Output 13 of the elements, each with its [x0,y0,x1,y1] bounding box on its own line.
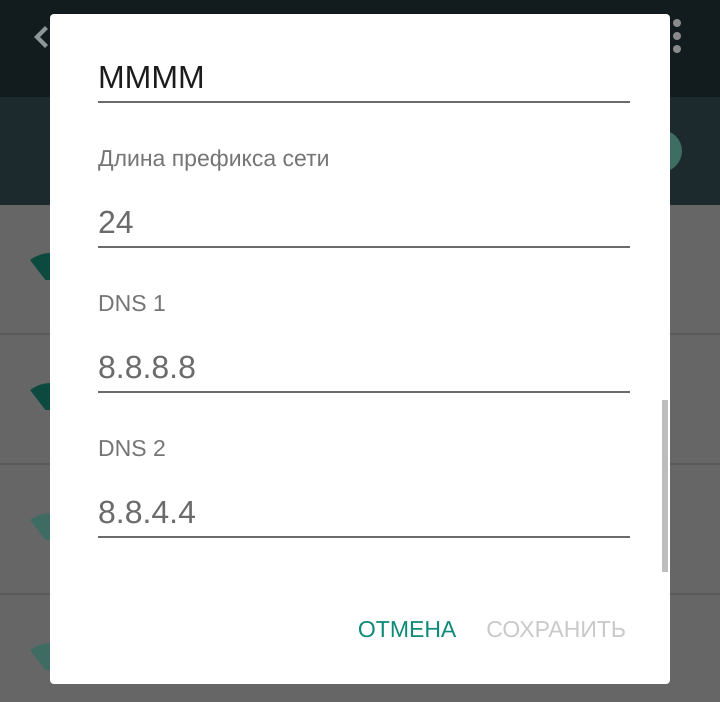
text-field[interactable]: 8.8.4.4 [98,488,630,538]
overflow-menu-icon[interactable] [670,18,684,54]
field-label: Длина префикса сети [98,144,330,173]
wifi-icon [30,250,50,280]
text-field[interactable]: MMMM [98,53,630,103]
text-field[interactable]: 24 [98,198,630,248]
field-label: DNS 2 [98,434,167,463]
wifi-icon [30,380,50,410]
cancel-button[interactable]: ОТМЕНА [354,604,460,654]
wifi-icon [30,640,50,670]
field-label: DNS 1 [98,289,167,318]
text-field[interactable]: 8.8.8.8 [98,343,630,393]
wifi-icon [30,510,50,540]
